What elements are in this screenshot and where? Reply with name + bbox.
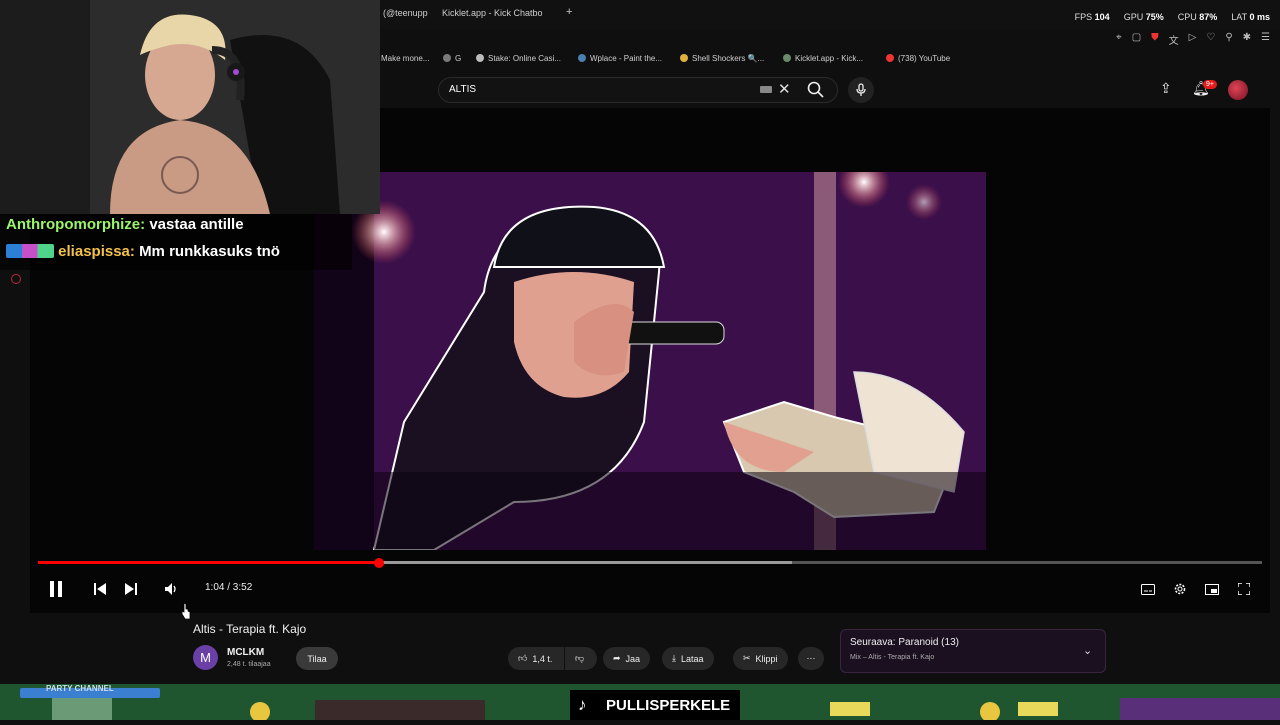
tiktok-icon: ♪ <box>578 695 587 714</box>
chat-badges-icon <box>6 244 54 258</box>
chat-text: vastaa antille <box>149 216 244 233</box>
bookmark[interactable]: Make mone... <box>381 54 429 63</box>
chat-username: eliaspissa: <box>58 243 135 260</box>
up-next-title: Seuraava: Paranoid (13) <box>850 637 959 648</box>
share-icon: ➦ <box>613 653 621 663</box>
browser-tab-bar: (@teenupp Kicklet.app - Kick Chatbo + FP… <box>380 0 1280 30</box>
search-icon <box>807 81 824 98</box>
video-title: Altis - Terapia ft. Kajo <box>193 622 307 636</box>
new-tab-button[interactable]: + <box>566 6 572 18</box>
next-button[interactable] <box>121 579 141 599</box>
bookmark-shell-shockers[interactable]: Shell Shockers 🔍... <box>680 54 764 63</box>
bookmarks-bar: Make mone... G Stake: Online Casi... Wpl… <box>380 50 1280 68</box>
fullscreen-button[interactable] <box>1234 579 1254 599</box>
search-button[interactable] <box>806 80 828 100</box>
webcam-overlay <box>0 0 380 214</box>
upload-icon[interactable]: ⇪ <box>1160 80 1172 97</box>
scissors-icon: ✂ <box>743 653 751 663</box>
thumbs-down-icon: 👎︎ <box>575 653 585 663</box>
banner-label: PARTY CHANNEL <box>46 684 114 693</box>
chat-message: Anthropomorphize: vastaa antille <box>6 216 244 233</box>
mouse-cursor-icon <box>181 603 191 619</box>
video-frame[interactable] <box>314 172 986 550</box>
chevron-down-icon[interactable]: ⌄ <box>1083 644 1092 657</box>
thumbs-up-icon: 👍︎ <box>518 653 528 663</box>
browser-tab[interactable]: (@teenupp <box>383 8 428 18</box>
miniplayer-button[interactable] <box>1202 579 1222 599</box>
streamer-webcam-image <box>0 0 380 214</box>
puzzle-icon[interactable]: ✱ <box>1243 32 1251 47</box>
menu-icon[interactable]: ☰ <box>1261 32 1270 47</box>
pause-icon <box>50 581 62 597</box>
download-icon: ⤓ <box>672 653 676 663</box>
clear-search-icon[interactable]: ✕ <box>778 80 791 98</box>
channel-name[interactable]: MCLKM <box>227 647 264 658</box>
chat-message: eliaspissa: Mm runkkasuks tnö <box>6 243 280 260</box>
dislike-button[interactable]: 👎︎ <box>565 647 597 670</box>
fullscreen-icon <box>1238 583 1250 595</box>
microphone-icon <box>856 83 866 96</box>
pin-icon[interactable]: ⌖ <box>1116 32 1122 47</box>
browser-tab-kicklet[interactable]: Kicklet.app - Kick Chatbo <box>442 8 543 18</box>
heart-icon[interactable]: ♡ <box>1206 32 1215 47</box>
scrubber-handle[interactable] <box>374 558 384 568</box>
channel-avatar[interactable]: M <box>193 645 218 670</box>
extension-toolbar: ⌖ ▢ ⛊ 文 ▷ ♡ ⚲ ✱ ☰ <box>1116 32 1270 47</box>
clip-button[interactable]: ✂ Klippi <box>733 647 788 670</box>
progress-played <box>38 561 379 564</box>
download-button[interactable]: ⤓ Lataa <box>662 647 714 670</box>
time-display: 1:04 / 3:52 <box>205 582 253 593</box>
keyboard-icon[interactable] <box>760 86 772 93</box>
streamer-name-overlay: ♪ PULLISPERKELE <box>570 690 740 720</box>
subscriber-count: 2,48 t. tilaajaa <box>227 661 271 668</box>
share-button[interactable]: ➦ Jaa <box>603 647 651 670</box>
more-actions-button[interactable]: ⋯ <box>798 647 824 670</box>
performance-overlay: FPS 104 GPU 75% CPU 87% LAT 0 ms <box>1074 12 1270 22</box>
record-indicator-icon <box>11 274 21 284</box>
captions-button[interactable] <box>1138 579 1158 599</box>
miniplayer-icon <box>1205 583 1219 595</box>
up-next-subtitle: Mix – Altis - Terapia ft. Kajo <box>850 654 935 661</box>
user-avatar[interactable] <box>1228 80 1248 100</box>
notification-badge: 9+ <box>1203 80 1217 89</box>
bookmark-google[interactable]: G <box>443 54 461 63</box>
next-icon <box>125 583 137 595</box>
translate-icon[interactable]: 文 <box>1169 32 1179 47</box>
bookmark-kicklet[interactable]: Kicklet.app - Kick... <box>783 54 863 63</box>
video-content-image <box>314 172 986 550</box>
captions-icon <box>1141 583 1155 595</box>
person-icon[interactable]: ⚲ <box>1225 32 1232 47</box>
bookmark-stake[interactable]: Stake: Online Casi... <box>476 54 561 63</box>
volume-icon <box>165 583 176 595</box>
pause-button[interactable] <box>46 579 66 599</box>
like-count: 1,4 t. <box>532 653 553 664</box>
play-icon[interactable]: ▷ <box>1189 32 1197 47</box>
up-next-panel[interactable] <box>840 629 1106 673</box>
subscribe-button[interactable]: Tilaa <box>296 647 338 670</box>
gear-icon <box>1174 583 1186 595</box>
chat-username: Anthropomorphize: <box>6 216 146 233</box>
previous-icon <box>94 583 106 595</box>
like-button[interactable]: 👍︎ 1,4 t. <box>508 647 564 670</box>
chat-text: Mm runkkasuks tnö <box>139 243 280 260</box>
bookmark-youtube[interactable]: (738) YouTube <box>886 54 950 63</box>
previous-button[interactable] <box>90 579 110 599</box>
chat-overlay: Anthropomorphize: vastaa antille eliaspi… <box>0 214 352 270</box>
shield-icon[interactable]: ⛊ <box>1151 32 1159 47</box>
voice-search-button[interactable] <box>848 77 874 103</box>
settings-button[interactable] <box>1170 579 1190 599</box>
bookmark-wplace[interactable]: Wplace - Paint the... <box>578 54 662 63</box>
volume-button[interactable] <box>162 579 182 599</box>
square-icon[interactable]: ▢ <box>1132 32 1141 47</box>
more-icon: ⋯ <box>806 653 816 663</box>
